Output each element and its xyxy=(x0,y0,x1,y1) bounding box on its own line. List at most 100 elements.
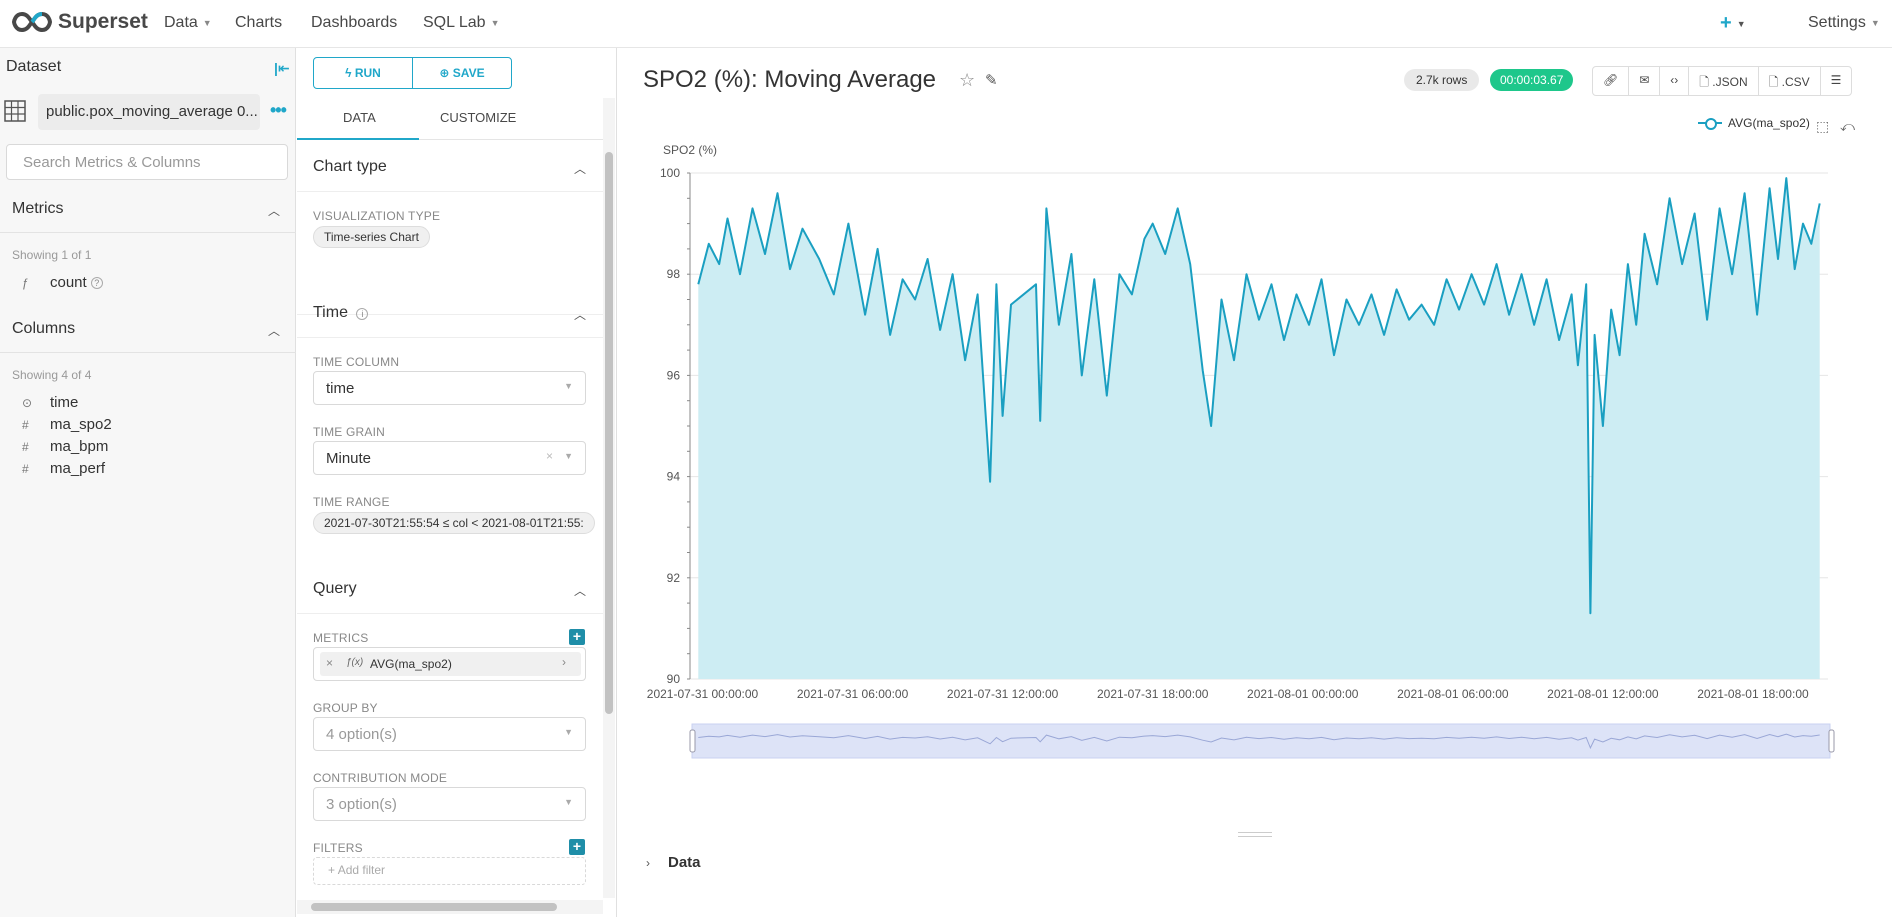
superset-logo[interactable]: Superset xyxy=(12,10,148,34)
contribution-label: CONTRIBUTION MODE xyxy=(313,771,448,785)
vertical-scrollbar[interactable] xyxy=(603,98,615,898)
table-grid-icon xyxy=(4,100,26,122)
group-by-value: 4 option(s) xyxy=(326,726,397,743)
y-tick-label: 96 xyxy=(667,368,681,382)
chevron-right-icon[interactable]: › xyxy=(646,856,650,870)
x-tick-label: 2021-08-01 12:00:00 xyxy=(1547,687,1659,701)
chart-type-section[interactable]: Chart type xyxy=(313,158,387,176)
chevron-down-icon: ▼ xyxy=(564,381,573,391)
x-tick-label: 2021-07-31 06:00:00 xyxy=(797,687,909,701)
zoom-handle-left xyxy=(689,729,696,753)
search-metrics-input[interactable]: Search Metrics & Columns xyxy=(6,144,288,180)
series-area xyxy=(698,178,1820,679)
divider xyxy=(297,613,603,614)
nav-data[interactable]: Data ▼ xyxy=(164,14,212,32)
zoom-handle-right xyxy=(1828,729,1835,753)
bolt-icon: ϟ xyxy=(345,66,355,80)
columns-section-title[interactable]: Columns xyxy=(12,320,75,338)
column-item-ma-bpm[interactable]: # ma_bpm xyxy=(22,438,108,455)
time-grain-select[interactable]: Minute × ▼ xyxy=(313,441,586,475)
nav-dashboards[interactable]: Dashboards xyxy=(311,14,397,32)
settings-menu[interactable]: Settings ▼ xyxy=(1808,14,1880,32)
metrics-label: METRICS xyxy=(313,631,369,645)
horizontal-scrollbar[interactable] xyxy=(297,900,603,914)
tab-customize[interactable]: CUSTOMIZE xyxy=(440,110,516,125)
chevron-down-icon: ▼ xyxy=(564,451,573,461)
chevron-up-icon[interactable]: ︿ xyxy=(574,160,586,177)
save-button[interactable]: ⊕ SAVE xyxy=(412,57,512,89)
settings-label: Settings xyxy=(1808,14,1866,31)
top-navbar: Superset Data ▼ Charts Dashboards SQL Lab… xyxy=(0,0,1892,48)
column-item-ma-perf[interactable]: # ma_perf xyxy=(22,460,105,477)
column-name: ma_perf xyxy=(50,460,106,477)
divider xyxy=(297,337,603,338)
metric-item[interactable]: ƒ count ? xyxy=(22,274,103,291)
numeric-icon: # xyxy=(22,461,29,476)
metric-tag[interactable]: × ƒ(x) AVG(ma_spo2) › xyxy=(320,652,581,676)
collapse-panel-icon[interactable]: |⇤ xyxy=(274,60,290,77)
time-section-label: Time xyxy=(313,304,348,321)
contribution-value: 3 option(s) xyxy=(326,796,397,813)
nav-data-label: Data xyxy=(164,14,198,31)
plus-icon: + xyxy=(1720,12,1732,34)
chevron-up-icon[interactable]: ︿ xyxy=(268,322,280,339)
nav-sql-lab-label: SQL Lab xyxy=(423,14,486,31)
active-tab-indicator xyxy=(297,138,419,140)
chevron-right-icon[interactable]: › xyxy=(562,655,566,669)
clock-icon: ⊙ xyxy=(22,395,33,410)
chevron-down-icon: ▼ xyxy=(202,17,212,28)
new-item-button[interactable]: + ▼ xyxy=(1720,12,1746,35)
y-tick-label: 98 xyxy=(667,267,681,281)
group-by-select[interactable]: 4 option(s) ▼ xyxy=(313,717,586,751)
time-column-select[interactable]: time ▼ xyxy=(313,371,586,405)
nav-charts[interactable]: Charts xyxy=(235,14,282,32)
resize-handle[interactable] xyxy=(1238,832,1272,837)
columns-showing: Showing 4 of 4 xyxy=(12,368,92,382)
dataset-more-icon[interactable]: ••• xyxy=(270,100,287,121)
x-tick-label: 2021-08-01 00:00:00 xyxy=(1247,687,1359,701)
y-axis-label: SPO2 (%) xyxy=(663,143,717,157)
time-grain-value: Minute xyxy=(326,450,372,467)
chevron-up-icon[interactable]: ︿ xyxy=(574,306,586,323)
help-icon[interactable]: ? xyxy=(90,276,103,289)
add-filter-button[interactable]: + xyxy=(569,839,585,855)
tab-data[interactable]: DATA xyxy=(343,110,376,125)
divider xyxy=(0,352,296,353)
viz-type-label: VISUALIZATION TYPE xyxy=(313,209,441,223)
x-tick-label: 2021-07-31 12:00:00 xyxy=(947,687,1059,701)
scrollbar-thumb[interactable] xyxy=(605,152,613,714)
add-metric-button[interactable]: + xyxy=(569,629,585,645)
x-tick-label: 2021-07-31 00:00:00 xyxy=(647,687,759,701)
nav-sql-lab[interactable]: SQL Lab ▼ xyxy=(423,14,499,32)
clear-icon[interactable]: × xyxy=(546,449,553,463)
run-label: RUN xyxy=(354,66,381,80)
contribution-select[interactable]: 3 option(s) ▼ xyxy=(313,787,586,821)
scrollbar-thumb[interactable] xyxy=(311,903,557,911)
plus-circle-icon: ⊕ xyxy=(439,66,453,80)
run-button[interactable]: ϟ RUN xyxy=(313,57,413,89)
metrics-section-title[interactable]: Metrics xyxy=(12,200,64,218)
data-section-title[interactable]: Data xyxy=(668,854,701,871)
column-name: ma_bpm xyxy=(50,438,109,455)
time-section[interactable]: Time i xyxy=(313,304,369,322)
chevron-up-icon[interactable]: ︿ xyxy=(268,202,280,219)
function-icon: ƒ(x) xyxy=(346,657,364,668)
time-range-pill[interactable]: 2021-07-30T21:55:54 ≤ col < 2021-08-01T2… xyxy=(313,512,595,534)
nav-charts-label: Charts xyxy=(235,14,283,31)
chevron-down-icon: ▼ xyxy=(1870,17,1880,28)
time-range-label: TIME RANGE xyxy=(313,495,390,509)
remove-metric-icon[interactable]: × xyxy=(326,656,333,670)
info-icon[interactable]: i xyxy=(356,308,369,320)
add-filter-input[interactable]: + Add filter xyxy=(313,857,586,885)
viz-type-pill[interactable]: Time-series Chart xyxy=(313,226,430,248)
chevron-up-icon[interactable]: ︿ xyxy=(574,582,586,599)
chevron-down-icon: ▼ xyxy=(1736,18,1746,29)
column-item-ma-spo2[interactable]: # ma_spo2 xyxy=(22,416,112,433)
column-item-time[interactable]: ⊙ time xyxy=(22,394,78,411)
numeric-icon: # xyxy=(22,439,29,454)
dataset-panel: Dataset |⇤ public.pox_moving_average 0..… xyxy=(0,48,296,917)
chart-svg: SPO2 (%) 100 98 96 94 92 902021-07-31 00:00:00… xyxy=(647,143,1835,759)
query-section[interactable]: Query xyxy=(313,580,357,598)
control-tabs: DATA CUSTOMIZE xyxy=(297,98,603,140)
dataset-name[interactable]: public.pox_moving_average 0... xyxy=(38,94,260,130)
